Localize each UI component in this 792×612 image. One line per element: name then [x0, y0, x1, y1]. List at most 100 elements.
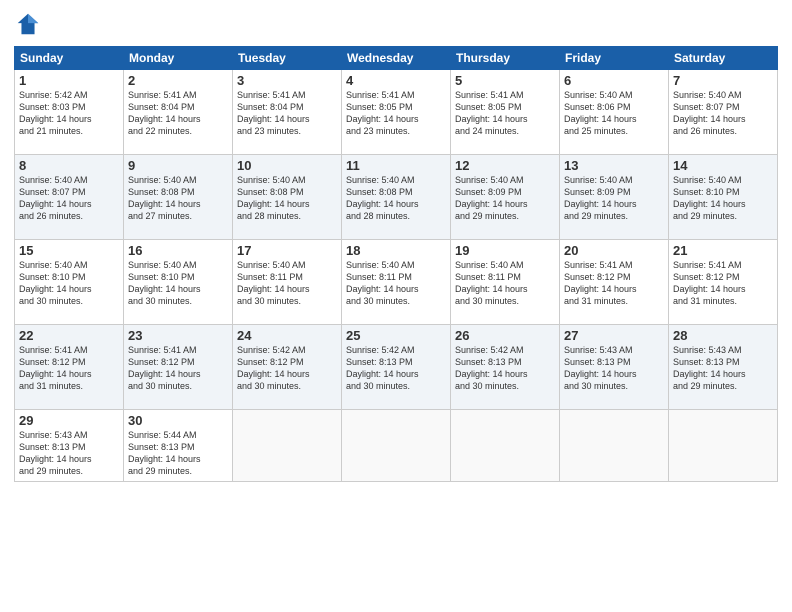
weekday-header-monday: Monday [124, 47, 233, 70]
day-info: Sunrise: 5:41 AM Sunset: 8:04 PM Dayligh… [128, 89, 228, 138]
day-info: Sunrise: 5:44 AM Sunset: 8:13 PM Dayligh… [128, 429, 228, 478]
day-number: 25 [346, 328, 446, 343]
day-info: Sunrise: 5:40 AM Sunset: 8:10 PM Dayligh… [673, 174, 773, 223]
day-info: Sunrise: 5:40 AM Sunset: 8:09 PM Dayligh… [455, 174, 555, 223]
weekday-header-saturday: Saturday [669, 47, 778, 70]
day-info: Sunrise: 5:41 AM Sunset: 8:12 PM Dayligh… [128, 344, 228, 393]
calendar-cell: 30Sunrise: 5:44 AM Sunset: 8:13 PM Dayli… [124, 410, 233, 482]
logo [14, 10, 46, 38]
calendar-cell: 16Sunrise: 5:40 AM Sunset: 8:10 PM Dayli… [124, 240, 233, 325]
calendar-cell: 2Sunrise: 5:41 AM Sunset: 8:04 PM Daylig… [124, 70, 233, 155]
calendar-cell: 6Sunrise: 5:40 AM Sunset: 8:06 PM Daylig… [560, 70, 669, 155]
day-number: 20 [564, 243, 664, 258]
day-info: Sunrise: 5:42 AM Sunset: 8:03 PM Dayligh… [19, 89, 119, 138]
calendar-cell: 14Sunrise: 5:40 AM Sunset: 8:10 PM Dayli… [669, 155, 778, 240]
day-number: 15 [19, 243, 119, 258]
day-info: Sunrise: 5:40 AM Sunset: 8:10 PM Dayligh… [128, 259, 228, 308]
calendar-cell: 27Sunrise: 5:43 AM Sunset: 8:13 PM Dayli… [560, 325, 669, 410]
logo-icon [14, 10, 42, 38]
day-info: Sunrise: 5:40 AM Sunset: 8:06 PM Dayligh… [564, 89, 664, 138]
day-info: Sunrise: 5:42 AM Sunset: 8:12 PM Dayligh… [237, 344, 337, 393]
day-number: 9 [128, 158, 228, 173]
day-info: Sunrise: 5:41 AM Sunset: 8:04 PM Dayligh… [237, 89, 337, 138]
calendar-cell: 22Sunrise: 5:41 AM Sunset: 8:12 PM Dayli… [15, 325, 124, 410]
day-number: 1 [19, 73, 119, 88]
day-info: Sunrise: 5:40 AM Sunset: 8:08 PM Dayligh… [346, 174, 446, 223]
day-info: Sunrise: 5:43 AM Sunset: 8:13 PM Dayligh… [19, 429, 119, 478]
day-info: Sunrise: 5:40 AM Sunset: 8:08 PM Dayligh… [237, 174, 337, 223]
calendar-week-row: 15Sunrise: 5:40 AM Sunset: 8:10 PM Dayli… [15, 240, 778, 325]
day-info: Sunrise: 5:40 AM Sunset: 8:08 PM Dayligh… [128, 174, 228, 223]
calendar-cell: 15Sunrise: 5:40 AM Sunset: 8:10 PM Dayli… [15, 240, 124, 325]
day-info: Sunrise: 5:43 AM Sunset: 8:13 PM Dayligh… [564, 344, 664, 393]
calendar-cell: 8Sunrise: 5:40 AM Sunset: 8:07 PM Daylig… [15, 155, 124, 240]
day-number: 3 [237, 73, 337, 88]
calendar-cell: 29Sunrise: 5:43 AM Sunset: 8:13 PM Dayli… [15, 410, 124, 482]
day-info: Sunrise: 5:40 AM Sunset: 8:09 PM Dayligh… [564, 174, 664, 223]
day-number: 18 [346, 243, 446, 258]
day-number: 24 [237, 328, 337, 343]
day-number: 21 [673, 243, 773, 258]
day-number: 28 [673, 328, 773, 343]
day-number: 14 [673, 158, 773, 173]
calendar-cell: 17Sunrise: 5:40 AM Sunset: 8:11 PM Dayli… [233, 240, 342, 325]
calendar-cell: 11Sunrise: 5:40 AM Sunset: 8:08 PM Dayli… [342, 155, 451, 240]
calendar-cell [669, 410, 778, 482]
calendar-week-row: 8Sunrise: 5:40 AM Sunset: 8:07 PM Daylig… [15, 155, 778, 240]
day-number: 22 [19, 328, 119, 343]
day-number: 13 [564, 158, 664, 173]
calendar-cell: 24Sunrise: 5:42 AM Sunset: 8:12 PM Dayli… [233, 325, 342, 410]
calendar-cell: 9Sunrise: 5:40 AM Sunset: 8:08 PM Daylig… [124, 155, 233, 240]
calendar-week-row: 22Sunrise: 5:41 AM Sunset: 8:12 PM Dayli… [15, 325, 778, 410]
day-info: Sunrise: 5:41 AM Sunset: 8:12 PM Dayligh… [19, 344, 119, 393]
day-info: Sunrise: 5:42 AM Sunset: 8:13 PM Dayligh… [455, 344, 555, 393]
day-info: Sunrise: 5:41 AM Sunset: 8:12 PM Dayligh… [564, 259, 664, 308]
day-number: 10 [237, 158, 337, 173]
day-number: 12 [455, 158, 555, 173]
day-info: Sunrise: 5:41 AM Sunset: 8:05 PM Dayligh… [455, 89, 555, 138]
day-number: 23 [128, 328, 228, 343]
day-number: 7 [673, 73, 773, 88]
day-number: 4 [346, 73, 446, 88]
page: SundayMondayTuesdayWednesdayThursdayFrid… [0, 0, 792, 612]
day-number: 6 [564, 73, 664, 88]
calendar-cell: 20Sunrise: 5:41 AM Sunset: 8:12 PM Dayli… [560, 240, 669, 325]
calendar-cell: 26Sunrise: 5:42 AM Sunset: 8:13 PM Dayli… [451, 325, 560, 410]
calendar-cell [451, 410, 560, 482]
calendar-cell [342, 410, 451, 482]
day-number: 26 [455, 328, 555, 343]
calendar-cell: 23Sunrise: 5:41 AM Sunset: 8:12 PM Dayli… [124, 325, 233, 410]
day-info: Sunrise: 5:40 AM Sunset: 8:07 PM Dayligh… [673, 89, 773, 138]
day-info: Sunrise: 5:42 AM Sunset: 8:13 PM Dayligh… [346, 344, 446, 393]
calendar-week-row: 29Sunrise: 5:43 AM Sunset: 8:13 PM Dayli… [15, 410, 778, 482]
day-info: Sunrise: 5:40 AM Sunset: 8:11 PM Dayligh… [346, 259, 446, 308]
day-info: Sunrise: 5:41 AM Sunset: 8:05 PM Dayligh… [346, 89, 446, 138]
calendar-cell: 7Sunrise: 5:40 AM Sunset: 8:07 PM Daylig… [669, 70, 778, 155]
day-number: 8 [19, 158, 119, 173]
day-number: 29 [19, 413, 119, 428]
day-number: 2 [128, 73, 228, 88]
calendar-cell: 12Sunrise: 5:40 AM Sunset: 8:09 PM Dayli… [451, 155, 560, 240]
day-number: 27 [564, 328, 664, 343]
day-number: 19 [455, 243, 555, 258]
calendar-cell: 10Sunrise: 5:40 AM Sunset: 8:08 PM Dayli… [233, 155, 342, 240]
calendar-cell: 4Sunrise: 5:41 AM Sunset: 8:05 PM Daylig… [342, 70, 451, 155]
day-info: Sunrise: 5:41 AM Sunset: 8:12 PM Dayligh… [673, 259, 773, 308]
day-number: 16 [128, 243, 228, 258]
day-info: Sunrise: 5:40 AM Sunset: 8:11 PM Dayligh… [455, 259, 555, 308]
weekday-header-thursday: Thursday [451, 47, 560, 70]
weekday-header-wednesday: Wednesday [342, 47, 451, 70]
calendar-week-row: 1Sunrise: 5:42 AM Sunset: 8:03 PM Daylig… [15, 70, 778, 155]
weekday-header-tuesday: Tuesday [233, 47, 342, 70]
weekday-header-sunday: Sunday [15, 47, 124, 70]
day-number: 5 [455, 73, 555, 88]
calendar-cell: 25Sunrise: 5:42 AM Sunset: 8:13 PM Dayli… [342, 325, 451, 410]
day-number: 30 [128, 413, 228, 428]
calendar-cell: 3Sunrise: 5:41 AM Sunset: 8:04 PM Daylig… [233, 70, 342, 155]
calendar-cell: 5Sunrise: 5:41 AM Sunset: 8:05 PM Daylig… [451, 70, 560, 155]
weekday-header-friday: Friday [560, 47, 669, 70]
day-info: Sunrise: 5:40 AM Sunset: 8:10 PM Dayligh… [19, 259, 119, 308]
calendar-cell: 21Sunrise: 5:41 AM Sunset: 8:12 PM Dayli… [669, 240, 778, 325]
day-info: Sunrise: 5:43 AM Sunset: 8:13 PM Dayligh… [673, 344, 773, 393]
weekday-header-row: SundayMondayTuesdayWednesdayThursdayFrid… [15, 47, 778, 70]
